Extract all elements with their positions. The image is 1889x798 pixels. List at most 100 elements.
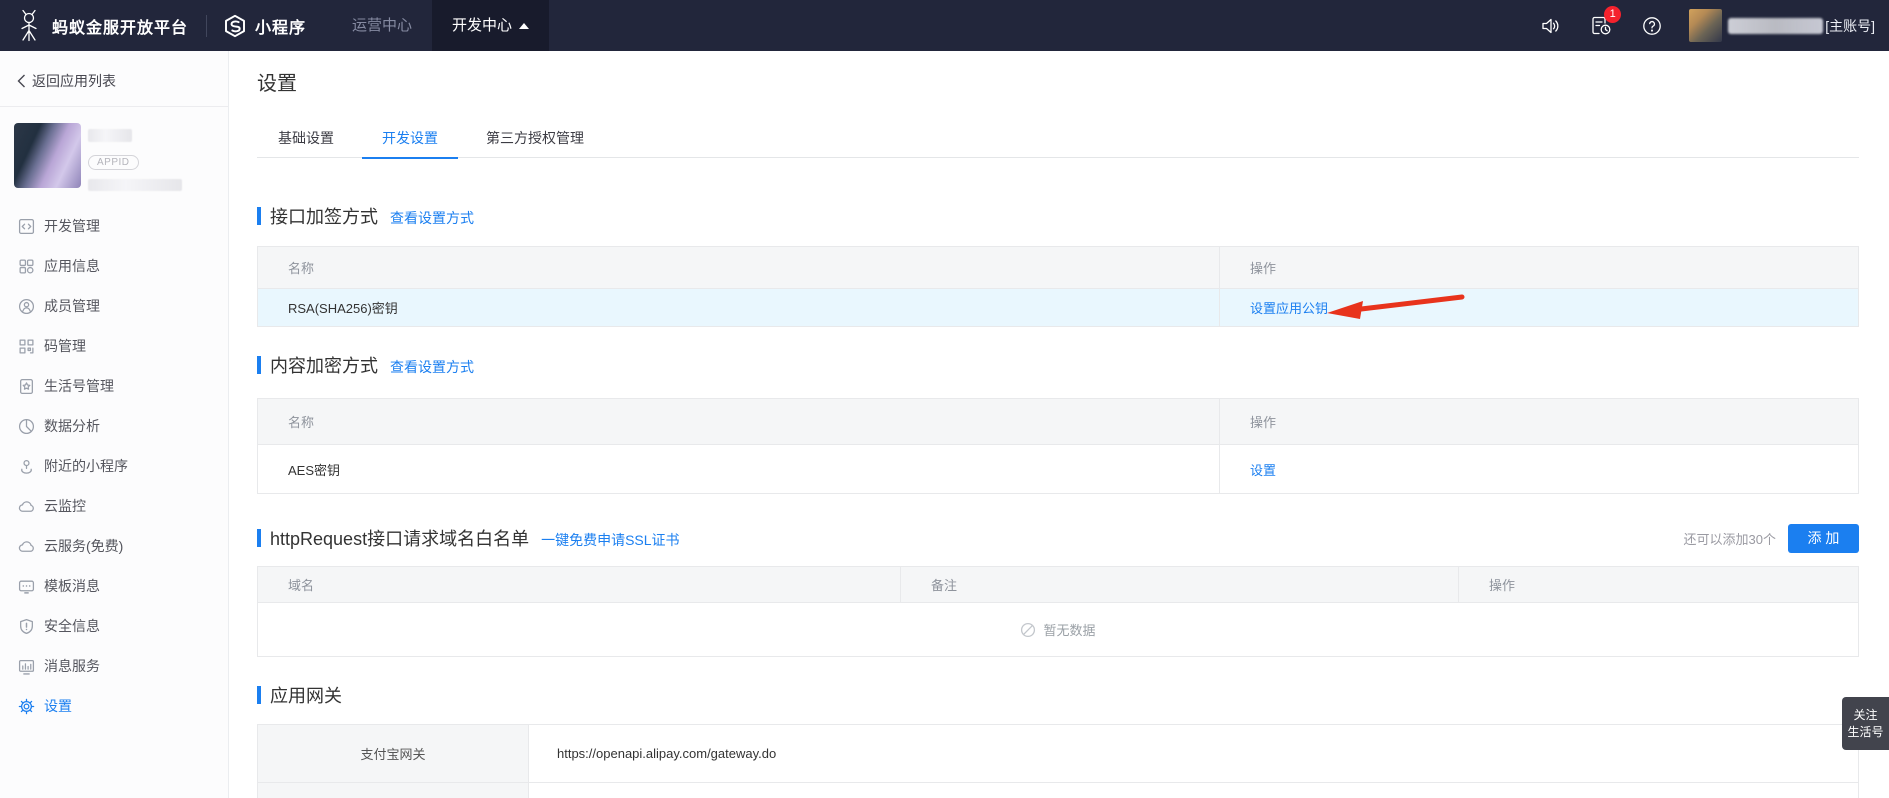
apply-ssl-cert-link[interactable]: 一键免费申请SSL证书 [541,530,679,550]
sidebar-item-label: 消息服务 [44,656,100,676]
table-row-aes-key: AES密钥 设置 [258,444,1858,493]
section-title: httpRequest接口请求域名白名单 [270,525,529,551]
main-content: 设置 基础设置 开发设置 第三方授权管理 接口加签方式 查看设置方式 名称 操作… [229,51,1889,798]
column-header-action: 操作 [1219,247,1858,288]
sidebar-item-label: 模板消息 [44,576,100,596]
view-setup-guide-link[interactable]: 查看设置方式 [390,357,474,377]
notification-icon[interactable]: 1 [1589,14,1613,38]
cloud-icon [18,498,35,515]
section-title: 应用网关 [270,682,342,708]
sidebar-divider [0,106,228,107]
sidebar-menu: 开发管理 应用信息 成员管理 码管理 生活号管理 [0,206,228,726]
column-header-name: 名称 [258,399,1219,444]
sidebar-item-label: 码管理 [44,336,86,356]
code-icon [18,218,35,235]
sidebar-item-label: 安全信息 [44,616,100,636]
add-domain-button[interactable]: 添 加 [1788,524,1859,553]
cloud-icon [18,538,35,555]
speaker-icon[interactable] [1539,15,1561,37]
sidebar-item-template-message[interactable]: 模板消息 [0,566,228,606]
empty-state: 暂无数据 [258,602,1858,656]
tab-dev-settings[interactable]: 开发设置 [362,128,458,159]
sidebar-item-label: 生活号管理 [44,376,114,396]
set-app-public-key-link[interactable]: 设置应用公钥 [1250,298,1328,317]
sidebar-item-label: 云服务(免费) [44,536,123,556]
qr-code-icon [18,338,35,355]
sidebar-item-message-service[interactable]: 消息服务 [0,646,228,686]
gear-icon [18,698,35,715]
follow-life-account-tag[interactable]: 关注 生活号 [1842,697,1889,750]
sidebar: 返回应用列表 APPID 开发管理 应用信息 [0,51,229,798]
sidebar-item-security-info[interactable]: 安全信息 [0,606,228,646]
account-avatar[interactable] [1689,9,1722,42]
back-to-app-list[interactable]: 返回应用列表 [17,71,228,91]
navbar-actions: 1 [主账号] [1511,9,1889,42]
view-setup-guide-link[interactable]: 查看设置方式 [390,208,474,228]
page-title: 设置 [257,70,1859,98]
nav-operations-center[interactable]: 运营中心 [332,0,432,51]
table-row-partial [258,782,1858,798]
app-meta: APPID [88,123,182,191]
sidebar-item-life-account[interactable]: 生活号管理 [0,366,228,406]
sidebar-item-dev-management[interactable]: 开发管理 [0,206,228,246]
column-header-action: 操作 [1219,399,1858,444]
quota-hint: 还可以添加30个 [1684,529,1776,548]
tab-basic-settings[interactable]: 基础设置 [258,128,354,159]
sidebar-item-analytics[interactable]: 数据分析 [0,406,228,446]
gateway-url: https://openapi.alipay.com/gateway.do [528,725,1858,782]
gateway-table: 支付宝网关 https://openapi.alipay.com/gateway… [257,724,1859,798]
member-icon [18,298,35,315]
app-avatar [14,123,81,188]
nav-dev-center-label: 开发中心 [452,0,512,51]
section-domain-whitelist: httpRequest接口请求域名白名单 一键免费申请SSL证书 还可以添加30… [257,525,1859,657]
follow-tag-line1: 关注 [1853,707,1877,724]
chevron-left-icon [19,75,25,87]
notification-badge: 1 [1604,6,1621,23]
account-type-label: [主账号] [1825,16,1875,36]
section-accent-bar [257,207,261,225]
section-content-encryption: 内容加密方式 查看设置方式 名称 操作 AES密钥 设置 [257,352,1859,494]
help-icon[interactable] [1641,15,1663,37]
sidebar-item-members[interactable]: 成员管理 [0,286,228,326]
section-app-gateway: 应用网关 支付宝网关 https://openapi.alipay.com/ga… [257,682,1859,798]
pie-chart-icon [18,418,35,435]
sidebar-item-label: 数据分析 [44,416,100,436]
product-title[interactable]: 小程序 [255,14,306,38]
tab-third-party-auth[interactable]: 第三方授权管理 [466,128,604,159]
table-row-rsa-key: RSA(SHA256)密钥 设置应用公钥 [258,288,1858,326]
app-window: 蚂蚁金服开放平台 小程序 运营中心 开发中心 [0,0,1889,798]
table-row-alipay-gateway: 支付宝网关 https://openapi.alipay.com/gateway… [258,725,1858,782]
section-accent-bar [257,529,261,547]
sidebar-item-settings[interactable]: 设置 [0,686,228,726]
sidebar-item-nearby[interactable]: 附近的小程序 [0,446,228,486]
section-accent-bar [257,686,261,704]
whitelist-table: 域名 备注 操作 暂无数据 [257,566,1859,657]
no-data-icon [1020,622,1036,638]
rsa-key-name: RSA(SHA256)密钥 [258,289,1219,326]
sidebar-item-cloud-monitor[interactable]: 云监控 [0,486,228,526]
caret-up-icon [519,23,529,29]
column-header-name: 名称 [258,247,1219,288]
encryption-table: 名称 操作 AES密钥 设置 [257,398,1859,494]
set-aes-key-link[interactable]: 设置 [1250,460,1276,479]
sidebar-item-cloud-service[interactable]: 云服务(免费) [0,526,228,566]
column-header-remark: 备注 [900,567,1458,602]
monitor-bars-icon [18,658,35,675]
nav-menu: 运营中心 开发中心 [332,0,549,51]
nearby-icon [18,458,35,475]
gateway-label: 支付宝网关 [258,725,528,782]
shield-icon [18,618,35,635]
sidebar-item-app-info[interactable]: 应用信息 [0,246,228,286]
sidebar-item-qr-management[interactable]: 码管理 [0,326,228,366]
nav-dev-center[interactable]: 开发中心 [432,0,549,51]
sidebar-item-label: 附近的小程序 [44,456,128,476]
sidebar-item-label: 云监控 [44,496,86,516]
message-bubble-icon [18,578,35,595]
app-blocks-icon [18,258,35,275]
aes-key-name: AES密钥 [258,445,1219,493]
section-title: 内容加密方式 [270,352,378,378]
column-header-action: 操作 [1458,567,1858,602]
ant-logo-icon [14,9,44,43]
brand-title: 蚂蚁金服开放平台 [52,14,188,38]
gateway-label-partial [258,783,528,798]
